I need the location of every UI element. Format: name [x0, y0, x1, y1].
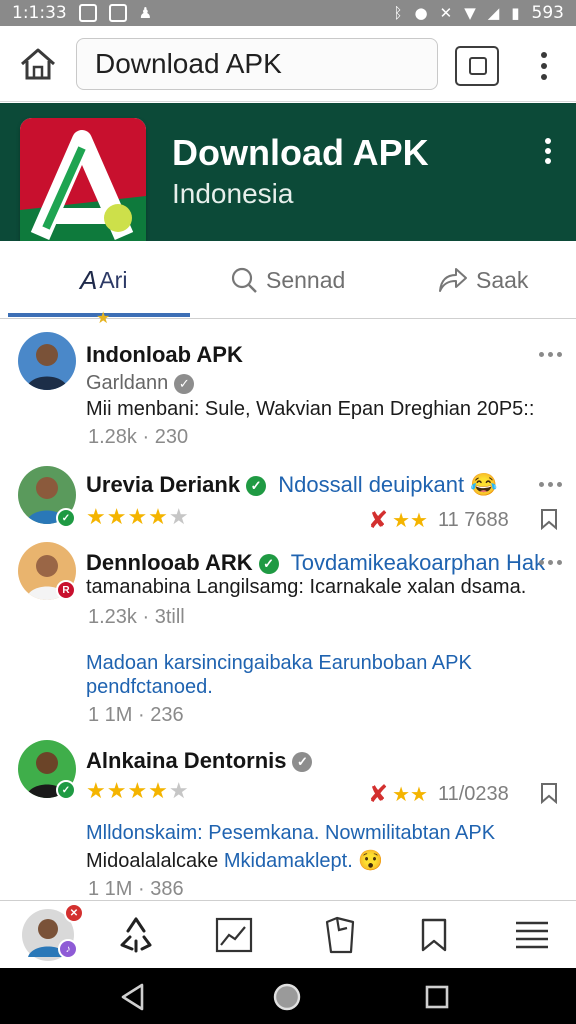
bookmark-icon[interactable] — [410, 911, 458, 959]
status-time: 1:1:33 — [12, 3, 67, 23]
tab-bar: A Ari Sennad Saak — [0, 241, 576, 319]
status-bar: 1:1:33 ♟ ᛒ ● ✕ ▼ ◢ ▮ 593 — [0, 0, 576, 26]
app-logo[interactable] — [20, 118, 146, 254]
menu-icon[interactable] — [508, 911, 556, 959]
inline-link[interactable]: Tovdamikeakoarphan Hak — [291, 550, 545, 575]
verified-icon: ✓ — [258, 554, 279, 575]
browser-toolbar: Download APK — [0, 26, 576, 102]
rating-summary: ✘ ★★ 11 7688 — [368, 506, 509, 535]
stars-icon: ★★ — [392, 784, 428, 806]
wifi-icon: ▼ — [464, 3, 476, 22]
inline-link[interactable]: Ndossall deuipkant — [278, 472, 464, 497]
item-text: Mii menbani: Sule, Wakvian Epan Dreghian… — [86, 398, 535, 420]
feed-item[interactable]: Indonloab APK Garldann ✓ Mii menbani: Sul… — [0, 330, 576, 450]
tab-label: Ari — [99, 266, 128, 293]
verified-icon: ✓ — [174, 373, 195, 394]
cross-icon: ✘ — [368, 507, 389, 534]
item-title: Indonloab APK — [86, 342, 243, 367]
item-meta: 1.23k · 3till — [88, 606, 185, 628]
url-input[interactable]: Download APK — [76, 38, 438, 90]
tab-switcher-icon[interactable] — [455, 46, 499, 86]
home-icon[interactable] — [18, 46, 58, 82]
chart-icon[interactable] — [210, 911, 258, 959]
bag-icon[interactable] — [316, 911, 364, 959]
rating-count: 11 7688 — [437, 509, 509, 531]
emoji-icon: 😂 — [470, 472, 498, 497]
status-badge: R — [56, 580, 76, 600]
url-text: Download APK — [95, 48, 282, 79]
stars-icon: ★★ — [392, 510, 428, 532]
tab-label: Sennad — [266, 266, 346, 293]
page-subtitle: Indonesia — [172, 178, 294, 209]
notification-box-icon — [78, 4, 97, 22]
bottom-navigation: ✕ ♪ — [0, 900, 576, 968]
handle-text: Garldann — [86, 372, 169, 394]
tab-sennad[interactable]: Sennad — [230, 241, 345, 319]
notification-badge: ✕ — [64, 903, 84, 923]
name-text: Alnkaina Dentornis — [86, 748, 287, 773]
rating-count: 11/0238 — [437, 783, 509, 805]
status-badge: ✓ — [56, 780, 76, 800]
cross-icon: ✘ — [368, 781, 389, 808]
item-more-icon[interactable] — [539, 482, 563, 490]
item-handle: Garldann ✓ — [86, 372, 195, 395]
item-title: Alnkaina Dentornis ✓ — [86, 748, 313, 774]
item-meta: 1 1M · 236 — [88, 704, 184, 726]
item-more-icon[interactable] — [539, 352, 563, 360]
emoji-icon: 😯 — [358, 850, 384, 872]
rating-summary: ✘ ★★ 11/0238 — [368, 780, 509, 809]
item-link[interactable]: Madoan karsincingaibaka Earunboban APK — [86, 652, 472, 675]
home-icon[interactable] — [272, 982, 302, 1012]
tab-label: Saak — [476, 266, 529, 293]
app-screen: 1:1:33 ♟ ᛒ ● ✕ ▼ ◢ ▮ 593 Download APK Do… — [0, 0, 576, 1024]
bookmark-icon[interactable] — [540, 782, 558, 805]
status-badge: ♪ — [58, 939, 78, 959]
item-meta: 1.28k · 230 — [88, 426, 189, 448]
sync-icon[interactable] — [112, 911, 160, 959]
item-link[interactable]: Mlldonskaim: Pesemkana. Nowmilitabtan AP… — [86, 822, 495, 845]
name-text: Urevia Deriank — [86, 472, 241, 497]
inline-link[interactable]: Mkidamaklept. — [224, 850, 353, 872]
item-text: Midoalalalcake Mkidamaklept. 😯 — [86, 848, 383, 873]
item-text: tamanabina Langilsamg: Icarnakale xalan … — [86, 576, 527, 598]
tab-saak[interactable]: Saak — [438, 241, 528, 319]
app-n-icon — [108, 4, 127, 22]
back-icon[interactable] — [118, 982, 148, 1012]
person-icon: ♟ — [138, 3, 153, 22]
text-prefix: Midoalalalcake — [86, 850, 219, 872]
verified-icon: ✓ — [292, 752, 313, 773]
overflow-menu-icon[interactable] — [532, 50, 556, 82]
search-icon — [231, 267, 257, 293]
item-title: Dennlooab ARK ✓ Tovdamikeakoarphan Hak — [86, 550, 545, 576]
recents-icon[interactable] — [424, 984, 450, 1010]
status-badge: ✓ — [56, 508, 76, 528]
battery-icon: ▮ — [511, 3, 520, 22]
verified-icon: ✓ — [246, 476, 267, 497]
battery-level: 593 — [531, 3, 564, 23]
system-navigation-bar — [0, 968, 576, 1024]
ari-icon: A — [80, 264, 98, 295]
star-marker-icon: ★ — [96, 310, 111, 327]
item-meta: 1 1M · 386 — [88, 878, 184, 900]
feed-item[interactable]: ✓ Urevia Deriank ✓ Ndossall deuipkant 😂 ★… — [0, 462, 576, 538]
mute-icon: ✕ — [439, 3, 453, 22]
item-more-icon[interactable] — [539, 560, 563, 568]
star-rating: ★★★★★ — [86, 504, 190, 529]
share-icon — [439, 268, 467, 292]
star-rating: ★★★★★ — [86, 778, 190, 803]
location-icon: ● — [414, 3, 428, 22]
signal-icon: ◢ — [487, 3, 500, 22]
bluetooth-icon: ᛒ — [393, 3, 403, 22]
bookmark-icon[interactable] — [540, 508, 558, 531]
item-title: Urevia Deriank ✓ Ndossall deuipkant 😂 — [86, 472, 498, 498]
name-text: Dennlooab ARK — [86, 550, 253, 575]
page-title: Download APK — [172, 132, 429, 173]
avatar[interactable] — [18, 332, 76, 390]
feed-item[interactable]: R Dennlooab ARK ✓ Tovdamikeakoarphan Hak … — [0, 540, 576, 730]
item-link[interactable]: pendfctanoed. — [86, 676, 213, 699]
header-more-icon[interactable] — [538, 136, 558, 166]
feed-item[interactable]: ✓ Alnkaina Dentornis ✓ ★★★★★ ✘ ★★ 11/0238… — [0, 738, 576, 900]
